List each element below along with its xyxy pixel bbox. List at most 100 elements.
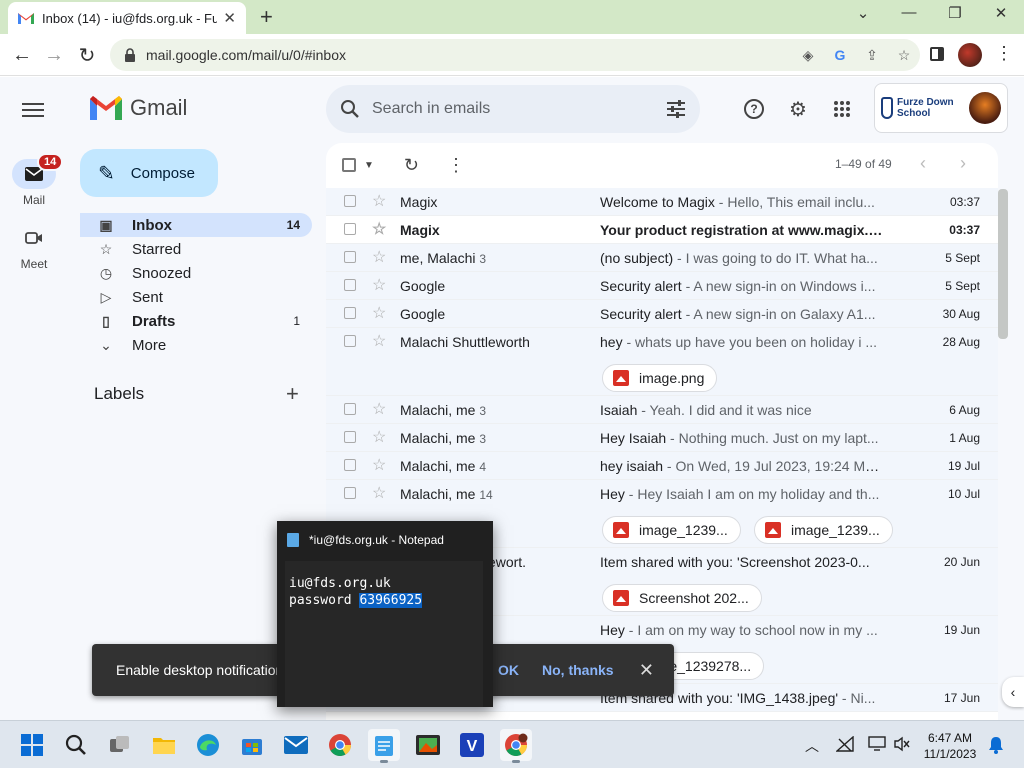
nav-drafts[interactable]: ▯ Drafts 1 bbox=[80, 309, 312, 333]
task-view-icon[interactable] bbox=[104, 729, 136, 761]
select-dropdown-icon[interactable]: ▼ bbox=[364, 160, 374, 171]
star-toggle-icon[interactable]: ☆ bbox=[372, 247, 386, 267]
refresh-icon[interactable]: ↻ bbox=[404, 155, 419, 176]
star-toggle-icon[interactable]: ☆ bbox=[372, 219, 386, 239]
notification-bell-icon[interactable] bbox=[988, 736, 1004, 757]
bookmark-star-icon[interactable]: ☆ bbox=[888, 47, 920, 64]
email-row[interactable]: ☆ Malachi, me 3 Hey Isaiah - Nothing much.… bbox=[326, 424, 998, 452]
profile-avatar[interactable] bbox=[958, 43, 982, 67]
notepad-text-area[interactable]: iu@fds.org.uk password 63966925 bbox=[285, 561, 483, 707]
file-explorer-icon[interactable] bbox=[148, 729, 180, 761]
restore-icon[interactable]: ❐ bbox=[943, 4, 967, 22]
star-toggle-icon[interactable]: ☆ bbox=[372, 483, 386, 503]
star-toggle-icon[interactable]: ☆ bbox=[372, 191, 386, 211]
rail-mail[interactable]: 14 Mail bbox=[8, 153, 64, 207]
email-row[interactable]: ☆ Malachi, me 4 hey isaiah - On Wed, 19 Ju… bbox=[326, 452, 998, 480]
volume-muted-icon[interactable] bbox=[893, 736, 911, 755]
nav-sent[interactable]: ▷ Sent bbox=[80, 285, 312, 309]
v-app-icon[interactable]: V bbox=[456, 729, 488, 761]
email-checkbox[interactable] bbox=[344, 459, 356, 471]
forward-icon[interactable]: → bbox=[41, 42, 67, 68]
search-input[interactable]: Search in emails bbox=[372, 100, 666, 118]
add-label-icon[interactable]: + bbox=[286, 381, 299, 407]
snackbar-close-icon[interactable]: ✕ bbox=[639, 660, 654, 681]
browser-tab-gmail[interactable]: Inbox (14) - iu@fds.org.uk - Furz ✕ bbox=[8, 2, 246, 34]
email-checkbox[interactable] bbox=[344, 335, 356, 347]
email-checkbox[interactable] bbox=[344, 487, 356, 499]
start-icon[interactable] bbox=[16, 729, 48, 761]
photo-app-icon[interactable] bbox=[412, 729, 444, 761]
star-toggle-icon[interactable]: ☆ bbox=[372, 275, 386, 295]
mail-list-scrollbar[interactable] bbox=[998, 189, 1008, 339]
rail-meet[interactable]: Meet bbox=[8, 223, 60, 271]
email-row[interactable]: ☆ Google Security alert - A new sign-in o… bbox=[326, 272, 998, 300]
reload-icon[interactable]: ↻ bbox=[74, 42, 100, 68]
gmail-logo[interactable]: Gmail bbox=[90, 95, 187, 121]
notepad-taskbar-icon[interactable] bbox=[368, 729, 400, 763]
email-row[interactable]: ☆ Magix Welcome to Magix - Hello, This em… bbox=[326, 188, 998, 216]
help-icon[interactable]: ? bbox=[742, 97, 766, 121]
star-toggle-icon[interactable]: ☆ bbox=[372, 399, 386, 419]
attachment-chip[interactable]: image_1239... bbox=[754, 516, 893, 544]
chrome-menu-icon[interactable]: ⋮ bbox=[995, 43, 1013, 64]
new-tab-icon[interactable]: + bbox=[260, 6, 273, 28]
show-hidden-icons-chevron-icon[interactable]: ︿ bbox=[805, 736, 819, 756]
nav-inbox[interactable]: ▣ Inbox 14 bbox=[80, 213, 312, 237]
email-checkbox[interactable] bbox=[344, 279, 356, 291]
account-avatar[interactable] bbox=[969, 92, 1001, 124]
tab-search-icon[interactable]: ⌄ bbox=[851, 4, 875, 22]
search-bar[interactable]: Search in emails bbox=[326, 85, 700, 133]
search-options-icon[interactable] bbox=[666, 100, 686, 118]
microsoft-store-icon[interactable] bbox=[236, 729, 268, 761]
side-panel-icon[interactable] bbox=[930, 47, 944, 61]
prev-page-icon[interactable]: ‹ bbox=[920, 153, 926, 174]
system-clock[interactable]: 6:47 AM 11/1/2023 bbox=[918, 730, 982, 762]
email-row[interactable]: ☆ Malachi, me 3 Isaiah - Yeah. I did and i… bbox=[326, 396, 998, 424]
search-icon[interactable] bbox=[340, 99, 360, 119]
next-page-icon[interactable]: › bbox=[960, 153, 966, 174]
nav-snoozed[interactable]: ◷ Snoozed bbox=[80, 261, 312, 285]
address-bar[interactable]: mail.google.com/mail/u/0/#inbox ◈ G ⇪ ☆ bbox=[110, 39, 920, 71]
back-icon[interactable]: ← bbox=[9, 42, 35, 68]
more-actions-icon[interactable]: ⋮ bbox=[447, 155, 465, 176]
email-checkbox[interactable] bbox=[344, 195, 356, 207]
email-checkbox[interactable] bbox=[344, 223, 356, 235]
attachment-chip[interactable]: image_1239... bbox=[602, 516, 741, 544]
close-window-icon[interactable]: ✕ bbox=[989, 4, 1013, 22]
email-row[interactable]: ☆ me, Malachi 3 (no subject) - I was going… bbox=[326, 244, 998, 272]
mail-app-icon[interactable] bbox=[280, 729, 312, 761]
notepad-window[interactable]: *iu@fds.org.uk - Notepad iu@fds.org.uk p… bbox=[277, 521, 493, 707]
email-row[interactable]: ☆ Google Security alert - A new sign-in o… bbox=[326, 300, 998, 328]
side-panel-toggle-icon[interactable]: ‹ bbox=[1002, 677, 1024, 707]
minimize-icon[interactable]: — bbox=[897, 4, 921, 21]
attachment-chip[interactable]: Screenshot 202... bbox=[602, 584, 762, 612]
extension-icon[interactable]: ◈ bbox=[792, 47, 824, 64]
account-switcher[interactable]: Furze Down School bbox=[874, 83, 1008, 133]
star-toggle-icon[interactable]: ☆ bbox=[372, 427, 386, 447]
star-toggle-icon[interactable]: ☆ bbox=[372, 455, 386, 475]
share-icon[interactable]: ⇪ bbox=[856, 47, 888, 64]
meet-rail-pill[interactable] bbox=[12, 223, 56, 253]
search-taskbar-icon[interactable] bbox=[60, 729, 92, 761]
mail-rail-pill[interactable]: 14 bbox=[12, 153, 64, 189]
notepad-titlebar[interactable]: *iu@fds.org.uk - Notepad bbox=[277, 521, 493, 559]
email-checkbox[interactable] bbox=[344, 403, 356, 415]
apps-grid-icon[interactable] bbox=[830, 97, 854, 121]
email-checkbox[interactable] bbox=[344, 307, 356, 319]
chrome-profile-taskbar-icon[interactable] bbox=[500, 729, 532, 763]
star-toggle-icon[interactable]: ☆ bbox=[372, 303, 386, 323]
settings-gear-icon[interactable]: ⚙ bbox=[786, 97, 810, 121]
edge-icon[interactable] bbox=[192, 729, 224, 761]
compose-button[interactable]: ✎ Compose bbox=[80, 149, 218, 197]
attachment-chip[interactable]: image.png bbox=[602, 364, 718, 392]
email-row[interactable]: ☆ Malachi Shuttleworth hey - whats up hav… bbox=[326, 328, 998, 396]
snackbar-ok-button[interactable]: OK bbox=[498, 662, 519, 678]
google-lens-icon[interactable]: G bbox=[824, 47, 856, 63]
close-tab-icon[interactable]: ✕ bbox=[223, 9, 236, 27]
main-menu-icon[interactable] bbox=[22, 99, 44, 121]
snackbar-no-thanks-button[interactable]: No, thanks bbox=[542, 662, 614, 678]
chrome-icon[interactable] bbox=[324, 729, 356, 761]
nav-starred[interactable]: ☆ Starred bbox=[80, 237, 312, 261]
email-row[interactable]: ☆ Magix Your product registration at www.… bbox=[326, 216, 998, 244]
star-toggle-icon[interactable]: ☆ bbox=[372, 331, 386, 351]
